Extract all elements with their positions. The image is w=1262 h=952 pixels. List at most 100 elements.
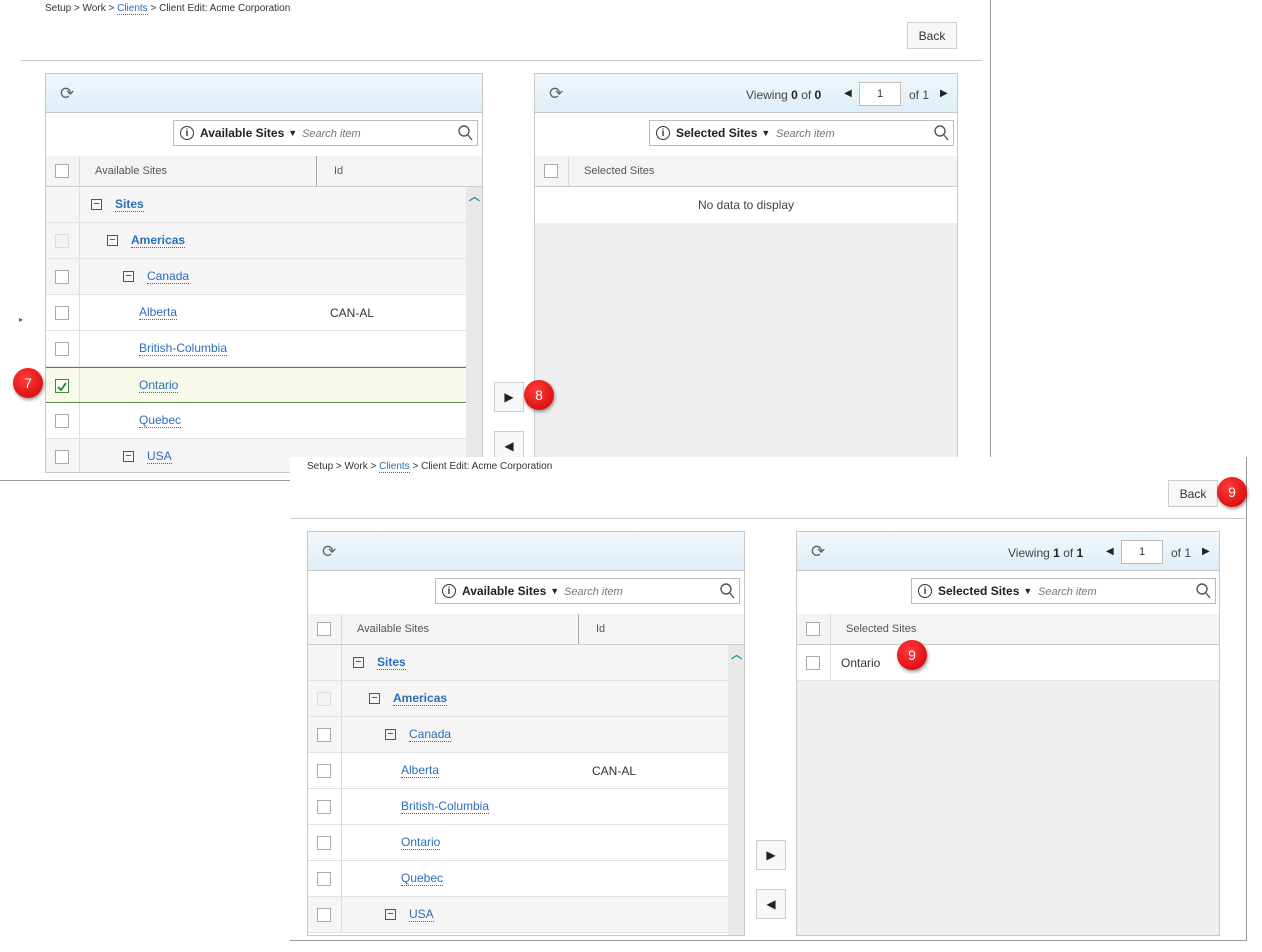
refresh-icon[interactable]: ⟳: [549, 85, 565, 102]
tree-row-quebec[interactable]: Quebec: [46, 403, 467, 439]
search-input[interactable]: [1036, 582, 1190, 602]
search-input[interactable]: [562, 582, 716, 602]
refresh-icon[interactable]: ⟳: [811, 543, 827, 560]
tree-row-americas[interactable]: − Americas: [46, 223, 467, 259]
tree-row-canada[interactable]: − Canada: [308, 717, 729, 753]
move-right-button[interactable]: ▶: [494, 382, 524, 412]
row-checkbox[interactable]: [55, 270, 69, 284]
search-icon[interactable]: [457, 124, 473, 142]
column-available-sites[interactable]: Available Sites: [357, 623, 429, 635]
column-available-sites[interactable]: Available Sites: [95, 165, 167, 177]
row-checkbox[interactable]: [55, 306, 69, 320]
row-checkbox[interactable]: [55, 342, 69, 356]
row-checkbox[interactable]: [55, 379, 69, 393]
column-id[interactable]: Id: [596, 623, 605, 635]
back-button[interactable]: Back: [1168, 480, 1218, 507]
selected-sites-dropdown[interactable]: Selected Sites ▼: [676, 126, 770, 140]
row-checkbox[interactable]: [317, 908, 331, 922]
breadcrumb-work[interactable]: Work: [83, 3, 106, 14]
tree-node-label[interactable]: Ontario: [139, 378, 179, 393]
tree-node-label[interactable]: British-Columbia: [401, 799, 490, 814]
row-checkbox[interactable]: [317, 872, 331, 886]
breadcrumb-setup[interactable]: Setup: [307, 461, 333, 472]
tree-row-alberta[interactable]: Alberta CAN-AL: [46, 295, 467, 331]
tree-row-alberta[interactable]: Alberta CAN-AL: [308, 753, 729, 789]
chevron-right-icon[interactable]: ▶: [940, 88, 948, 99]
column-id[interactable]: Id: [334, 165, 343, 177]
info-icon[interactable]: i: [656, 126, 670, 140]
expand-collapse-icon[interactable]: −: [91, 199, 102, 210]
tree-node-label[interactable]: Alberta: [401, 763, 440, 778]
tree-node-label[interactable]: Ontario: [401, 835, 441, 850]
expand-collapse-icon[interactable]: −: [353, 657, 364, 668]
tree-row-americas[interactable]: − Americas: [308, 681, 729, 717]
chevron-right-icon[interactable]: ▶: [1202, 546, 1210, 557]
expand-collapse-icon[interactable]: −: [385, 729, 396, 740]
tree-row-usa[interactable]: − USA: [308, 897, 729, 933]
tree-node-label[interactable]: Sites: [115, 197, 144, 212]
back-button[interactable]: Back: [907, 22, 957, 49]
breadcrumb-work[interactable]: Work: [345, 461, 368, 472]
select-all-checkbox[interactable]: [544, 164, 558, 178]
refresh-icon[interactable]: ⟳: [60, 85, 76, 102]
expand-collapse-icon[interactable]: −: [369, 693, 380, 704]
search-icon[interactable]: [1195, 582, 1211, 600]
tree-node-label[interactable]: Americas: [393, 691, 448, 706]
row-checkbox[interactable]: [55, 450, 69, 464]
tree-node-label[interactable]: British-Columbia: [139, 341, 228, 356]
chevron-left-icon[interactable]: ◀: [1106, 546, 1114, 557]
info-icon[interactable]: i: [442, 584, 456, 598]
chevron-up-icon[interactable]: ︿: [469, 188, 480, 204]
available-sites-dropdown[interactable]: Available Sites ▼: [200, 126, 297, 140]
scrollbar[interactable]: [466, 187, 482, 472]
row-checkbox[interactable]: [317, 800, 331, 814]
breadcrumb-clients-link[interactable]: Clients: [379, 461, 410, 473]
selected-sites-dropdown[interactable]: Selected Sites ▼: [938, 584, 1032, 598]
move-right-button[interactable]: ▶: [756, 840, 786, 870]
expand-collapse-icon[interactable]: −: [385, 909, 396, 920]
select-all-checkbox[interactable]: [806, 622, 820, 636]
move-left-button[interactable]: ◀: [756, 889, 786, 919]
tree-node-label[interactable]: Quebec: [139, 413, 182, 428]
tree-row-sites[interactable]: − Sites: [308, 645, 729, 681]
expand-collapse-icon[interactable]: −: [107, 235, 118, 246]
row-checkbox[interactable]: [806, 656, 820, 670]
row-checkbox[interactable]: [317, 836, 331, 850]
tree-row-british-columbia[interactable]: British-Columbia: [46, 331, 467, 367]
column-selected-sites[interactable]: Selected Sites: [846, 623, 916, 635]
tree-row-quebec[interactable]: Quebec: [308, 861, 729, 897]
column-resizer[interactable]: [316, 156, 317, 186]
search-input[interactable]: [300, 124, 454, 144]
column-resizer[interactable]: [578, 614, 579, 644]
available-sites-dropdown[interactable]: Available Sites ▼: [462, 584, 559, 598]
search-icon[interactable]: [719, 582, 735, 600]
column-selected-sites[interactable]: Selected Sites: [584, 165, 654, 177]
row-checkbox[interactable]: [55, 414, 69, 428]
breadcrumb-setup[interactable]: Setup: [45, 3, 71, 14]
breadcrumb-clients-link[interactable]: Clients: [117, 3, 148, 15]
table-row[interactable]: Ontario: [797, 645, 1219, 681]
row-checkbox[interactable]: [317, 764, 331, 778]
search-icon[interactable]: [933, 124, 949, 142]
tree-node-label[interactable]: USA: [147, 449, 172, 464]
tree-node-label[interactable]: Canada: [147, 269, 190, 284]
tree-node-label[interactable]: Sites: [377, 655, 406, 670]
tree-row-canada[interactable]: − Canada: [46, 259, 467, 295]
select-all-checkbox[interactable]: [317, 622, 331, 636]
page-number-input[interactable]: [1121, 540, 1163, 564]
collapse-arrow-icon[interactable]: ▸: [19, 315, 23, 324]
tree-row-ontario[interactable]: Ontario: [46, 367, 467, 403]
row-checkbox[interactable]: [317, 728, 331, 742]
info-icon[interactable]: i: [918, 584, 932, 598]
tree-node-label[interactable]: Alberta: [139, 305, 178, 320]
expand-collapse-icon[interactable]: −: [123, 451, 134, 462]
expand-collapse-icon[interactable]: −: [123, 271, 134, 282]
tree-node-label[interactable]: Canada: [409, 727, 452, 742]
info-icon[interactable]: i: [180, 126, 194, 140]
tree-node-label[interactable]: Americas: [131, 233, 186, 248]
tree-row-british-columbia[interactable]: British-Columbia: [308, 789, 729, 825]
tree-row-ontario[interactable]: Ontario: [308, 825, 729, 861]
scrollbar[interactable]: [728, 645, 744, 935]
tree-node-label[interactable]: Quebec: [401, 871, 444, 886]
select-all-checkbox[interactable]: [55, 164, 69, 178]
